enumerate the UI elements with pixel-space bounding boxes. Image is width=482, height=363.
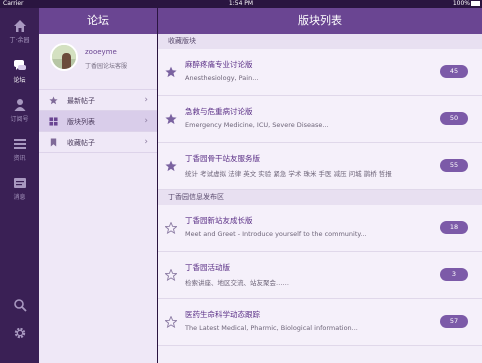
board-description: Anesthesiology, Pain...	[185, 74, 259, 82]
person-icon	[14, 99, 25, 111]
post-count-badge: 57	[440, 315, 468, 328]
board-description: Meet and Greet - Introduce yourself to t…	[185, 230, 367, 238]
board-list-title: 版块列表	[158, 8, 482, 34]
user-profile[interactable]: zooeyme 丁香园论坛客服	[39, 34, 157, 90]
board-list-panel: 版块列表 收藏版块 麻醉疼痛专业讨论版 Anesthesiology, Pain…	[157, 8, 482, 363]
search-icon	[13, 299, 27, 312]
chat-bubbles-icon	[13, 60, 26, 70]
home-icon	[13, 20, 26, 32]
star-outline-icon[interactable]	[165, 222, 177, 234]
battery-icon	[471, 1, 480, 6]
star-filled-icon[interactable]	[165, 160, 177, 172]
message-icon	[13, 178, 26, 188]
star-filled-icon[interactable]	[165, 66, 177, 78]
grid-icon	[49, 117, 58, 126]
rail-label: 资讯	[13, 155, 26, 162]
star-outline-icon[interactable]	[165, 269, 177, 281]
board-row[interactable]: 丁香园新站友成长版 Meet and Greet - Introduce you…	[158, 205, 482, 252]
board-title: 丁香园新站友成长版	[185, 216, 253, 225]
rail-item-home[interactable]: 丁·余园	[0, 14, 39, 50]
bookmark-icon	[50, 138, 57, 147]
clock: 1:54 PM	[228, 0, 254, 7]
battery-percent: 100%	[452, 0, 470, 7]
rail-item-messages[interactable]: 消息	[0, 171, 39, 207]
board-row[interactable]: 丁香园骨干站友服务版 统计 考试虚拟 法律 英文 实验 紧急 学术 珠米 手医 …	[158, 143, 482, 190]
post-count-badge: 55	[440, 159, 468, 172]
board-description: 统计 考试虚拟 法律 英文 实验 紧急 学术 珠米 手医 减压 问城 鹊桥 哲报	[185, 170, 392, 178]
section-title: 丁香园信息发布区	[158, 190, 482, 205]
chevron-right-icon: ›	[144, 116, 148, 126]
gear-icon	[14, 327, 25, 339]
tab-rail: 丁·余园 论坛 订阅号 资讯 消息	[0, 8, 39, 363]
board-row[interactable]: 丁香园活动版 检索讲座、地区交流、站友聚会…… 3	[158, 252, 482, 299]
post-count-badge: 45	[440, 65, 468, 78]
board-row[interactable]: 医药生命科学动态跟踪 The Latest Medical, Pharmic, …	[158, 299, 482, 346]
news-list-icon	[13, 139, 26, 149]
board-description: The Latest Medical, Pharmic, Biological …	[185, 324, 358, 332]
post-count-badge: 3	[440, 268, 468, 281]
chevron-right-icon: ›	[144, 95, 148, 105]
rail-item-forum[interactable]: 论坛	[0, 54, 39, 90]
star-icon	[49, 96, 58, 105]
post-count-badge: 18	[440, 221, 468, 234]
menu-item-board-list[interactable]: 版块列表 ›	[39, 111, 157, 132]
board-row[interactable]: 急救与危重病讨论版 Emergency Medicine, ICU, Sever…	[158, 96, 482, 143]
board-row[interactable]: 麻醉疼痛专业讨论版 Anesthesiology, Pain... 45	[158, 49, 482, 96]
post-count-badge: 50	[440, 112, 468, 125]
avatar	[50, 43, 78, 71]
board-description: 检索讲座、地区交流、站友聚会……	[185, 279, 289, 287]
menu-item-saved-posts[interactable]: 收藏帖子 ›	[39, 132, 157, 153]
chevron-right-icon: ›	[144, 137, 148, 147]
board-title: 丁香园骨干站友服务版	[185, 154, 260, 163]
rail-item-news[interactable]: 资讯	[0, 132, 39, 168]
username: zooeyme	[85, 48, 117, 56]
rail-label: 订阅号	[10, 116, 29, 123]
rail-label: 论坛	[13, 77, 26, 84]
section-title: 收藏版块	[158, 34, 482, 49]
board-title: 丁香园活动版	[185, 263, 230, 272]
menu-item-latest-posts[interactable]: 最新帖子 ›	[39, 90, 157, 111]
board-description: Emergency Medicine, ICU, Severe Disease.…	[185, 121, 329, 129]
board-title: 医药生命科学动态跟踪	[185, 310, 260, 319]
menu-label: 最新帖子	[67, 97, 95, 105]
settings-button[interactable]	[0, 322, 39, 344]
board-title: 急救与危重病讨论版	[185, 107, 253, 116]
star-filled-icon[interactable]	[165, 113, 177, 125]
menu-label: 版块列表	[67, 118, 95, 126]
rail-item-subscriptions[interactable]: 订阅号	[0, 93, 39, 129]
forum-panel: 论坛 zooeyme 丁香园论坛客服 最新帖子 › 版块列表 › 收藏帖子 ›	[39, 8, 157, 363]
menu-label: 收藏帖子	[67, 139, 95, 147]
search-button[interactable]	[0, 294, 39, 316]
forum-title: 论坛	[39, 8, 157, 34]
rail-label: 消息	[13, 194, 26, 201]
status-bar: Carrier 1:54 PM 100%	[0, 0, 482, 8]
star-outline-icon[interactable]	[165, 316, 177, 328]
rail-label: 丁·余园	[9, 37, 30, 44]
board-title: 麻醉疼痛专业讨论版	[185, 60, 253, 69]
user-subtitle: 丁香园论坛客服	[85, 63, 128, 70]
